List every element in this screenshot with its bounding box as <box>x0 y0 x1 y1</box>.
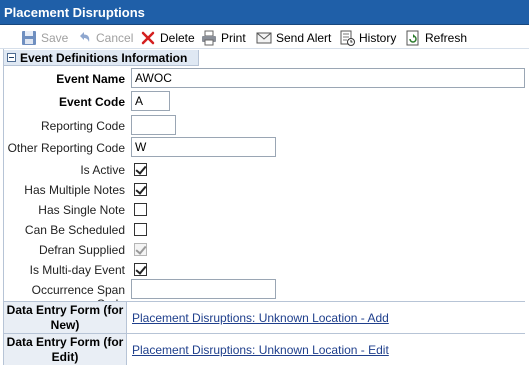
event-code-row: Event Code A <box>4 91 525 113</box>
save-label: Save <box>41 30 69 45</box>
is-multi-day-event-row: Is Multi-day Event <box>4 259 525 281</box>
history-document-icon <box>339 30 355 46</box>
defran-supplied-row: Defran Supplied <box>4 239 525 261</box>
collapse-icon[interactable] <box>7 53 16 62</box>
is-active-row: Is Active <box>4 159 525 181</box>
history-label: History <box>359 30 397 45</box>
has-single-note-checkbox[interactable] <box>134 203 147 216</box>
event-name-row: Event Name AWOC <box>4 68 525 90</box>
delete-button[interactable]: Delete <box>140 29 195 46</box>
save-button[interactable]: Save <box>21 29 68 46</box>
print-button[interactable]: Print <box>201 29 246 46</box>
printer-icon <box>201 30 217 46</box>
other-reporting-code-input[interactable]: W <box>131 137 276 157</box>
refresh-label: Refresh <box>425 30 468 45</box>
has-single-note-row: Has Single Note <box>4 199 525 221</box>
event-name-label: Event Name <box>56 72 125 86</box>
cancel-button[interactable]: Cancel <box>76 29 133 46</box>
toolbar: Save Cancel Delete Print Send Alert Hist… <box>0 25 529 49</box>
undo-arrow-icon <box>76 30 92 46</box>
red-x-icon <box>140 30 156 46</box>
data-entry-edit-row: Data Entry Form (for Edit) Placement Dis… <box>4 333 525 365</box>
event-code-input[interactable]: A <box>131 91 170 111</box>
data-entry-edit-link[interactable]: Placement Disruptions: Unknown Location … <box>132 343 389 357</box>
envelope-icon <box>256 30 272 46</box>
occurrence-span-code-input[interactable] <box>131 279 276 299</box>
other-reporting-code-row: Other Reporting Code W <box>4 137 525 159</box>
occurrence-span-code-row: Occurrence Span Code <box>4 279 525 311</box>
delete-label: Delete <box>160 30 195 45</box>
defran-supplied-label: Defran Supplied <box>38 243 125 257</box>
data-entry-new-row: Data Entry Form (for New) Placement Disr… <box>4 301 525 333</box>
has-multiple-notes-row: Has Multiple Notes <box>4 179 525 201</box>
print-label: Print <box>221 30 246 45</box>
event-name-input[interactable]: AWOC <box>131 68 525 88</box>
can-be-scheduled-label: Can Be Scheduled <box>24 223 125 237</box>
other-reporting-code-label: Other Reporting Code <box>7 141 125 155</box>
can-be-scheduled-row: Can Be Scheduled <box>4 219 525 241</box>
cancel-label: Cancel <box>96 30 134 45</box>
has-single-note-label: Has Single Note <box>38 203 125 217</box>
data-entry-new-label: Data Entry Form (for New) <box>4 302 127 333</box>
has-multiple-notes-label: Has Multiple Notes <box>24 183 125 197</box>
refresh-icon <box>405 30 421 46</box>
can-be-scheduled-checkbox[interactable] <box>134 223 147 236</box>
history-button[interactable]: History <box>339 29 396 46</box>
has-multiple-notes-checkbox[interactable] <box>134 183 147 196</box>
section-title: Event Definitions Information <box>20 50 188 65</box>
defran-supplied-checkbox <box>134 243 147 256</box>
send-alert-label: Send Alert <box>276 30 332 45</box>
section-header[interactable]: Event Definitions Information <box>3 50 199 66</box>
refresh-button[interactable]: Refresh <box>405 29 467 46</box>
floppy-disk-icon <box>21 30 37 46</box>
window-title: Placement Disruptions <box>0 0 529 25</box>
data-entry-new-link[interactable]: Placement Disruptions: Unknown Location … <box>132 311 389 325</box>
event-code-label: Event Code <box>58 95 125 109</box>
is-multi-day-event-checkbox[interactable] <box>134 263 147 276</box>
send-alert-button[interactable]: Send Alert <box>256 29 331 46</box>
reporting-code-input[interactable] <box>131 115 176 135</box>
is-active-checkbox[interactable] <box>134 163 147 176</box>
data-entry-edit-label: Data Entry Form (for Edit) <box>4 334 127 365</box>
reporting-code-row: Reporting Code <box>4 115 525 137</box>
reporting-code-label: Reporting Code <box>40 119 125 133</box>
is-active-label: Is Active <box>80 163 125 177</box>
is-multi-day-event-label: Is Multi-day Event <box>29 263 125 277</box>
